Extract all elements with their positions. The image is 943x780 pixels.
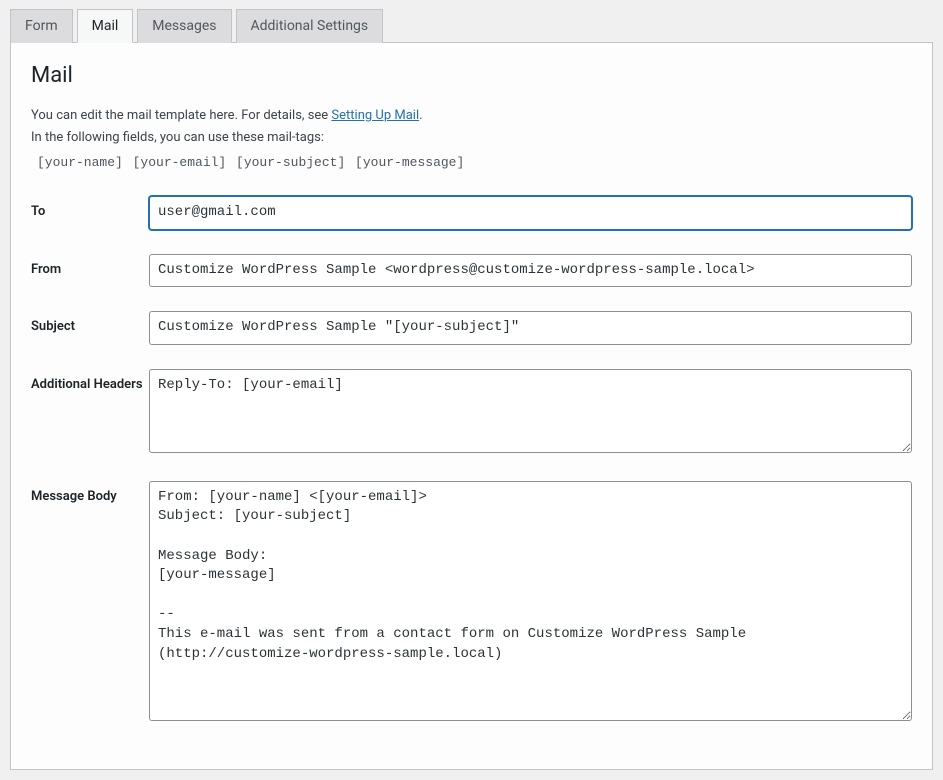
setting-up-mail-link[interactable]: Setting Up Mail	[331, 108, 419, 123]
label-from: From	[31, 254, 149, 279]
mail-tags: [your-name] [your-email] [your-subject] …	[31, 149, 912, 176]
field-row-subject: Subject	[31, 311, 912, 345]
label-additional-headers: Additional Headers	[31, 369, 149, 394]
field-row-additional-headers: Additional Headers Reply-To: [your-email…	[31, 369, 912, 457]
mail-config-tabs: Form Mail Messages Additional Settings	[0, 0, 943, 42]
field-row-to: To	[31, 196, 912, 230]
to-input[interactable]	[149, 196, 912, 230]
mail-panel: Mail You can edit the mail template here…	[10, 42, 933, 770]
message-body-textarea[interactable]: From: [your-name] <[your-email]> Subject…	[149, 481, 912, 721]
field-row-from: From	[31, 254, 912, 288]
intro-prefix: You can edit the mail template here. For…	[31, 108, 331, 123]
label-to: To	[31, 196, 149, 221]
intro-line-2: In the following fields, you can use the…	[31, 128, 912, 148]
additional-headers-textarea[interactable]: Reply-To: [your-email]	[149, 369, 912, 453]
intro-line-1: You can edit the mail template here. For…	[31, 106, 912, 126]
tab-messages[interactable]: Messages	[137, 9, 231, 43]
panel-heading: Mail	[31, 63, 912, 88]
tab-additional-settings[interactable]: Additional Settings	[236, 9, 384, 43]
field-row-message-body: Message Body From: [your-name] <[your-em…	[31, 481, 912, 725]
label-subject: Subject	[31, 311, 149, 336]
tab-mail[interactable]: Mail	[77, 9, 134, 43]
from-input[interactable]	[149, 254, 912, 288]
label-message-body: Message Body	[31, 481, 149, 506]
tab-form[interactable]: Form	[10, 9, 73, 43]
intro-suffix: .	[419, 108, 422, 123]
subject-input[interactable]	[149, 311, 912, 345]
